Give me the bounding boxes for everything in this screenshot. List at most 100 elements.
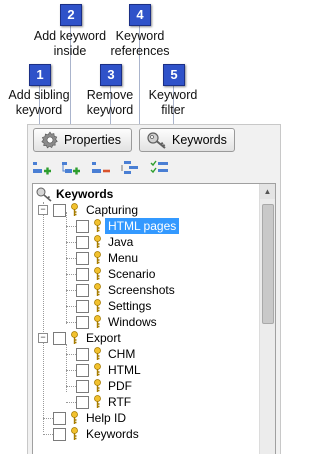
tree-node-html-pages-label: HTML pages [105, 218, 180, 234]
keyword-checkbox[interactable] [76, 220, 89, 233]
keyword-checkbox[interactable] [53, 412, 66, 425]
callout-caption-3: Remove keyword [76, 88, 144, 118]
callout-badge-4: 4 [129, 4, 151, 26]
tree-connector [66, 226, 76, 227]
key-icon [93, 363, 102, 377]
tree-connector [66, 386, 76, 387]
keyword-checkbox[interactable] [76, 284, 89, 297]
key-icon [70, 331, 79, 345]
tree-node-java[interactable]: Java [33, 234, 253, 250]
keyword-checkbox[interactable] [53, 428, 66, 441]
keyword-filter-button[interactable] [150, 160, 170, 176]
collapse-toggle[interactable]: − [38, 333, 48, 343]
key-icon [93, 315, 102, 329]
tree-node-pdf[interactable]: PDF [33, 378, 253, 394]
callout-badge-2: 2 [60, 4, 82, 26]
key-icon [70, 203, 79, 217]
callout-caption-4-line2: references [110, 44, 170, 58]
tree-node-pdf-label: PDF [108, 379, 132, 393]
callout-caption-5-line1: Keyword [148, 88, 198, 102]
tree-node-settings-label: Settings [108, 299, 152, 313]
tree-root-label: Keywords [56, 187, 114, 201]
callout-caption-1: Add sibling keyword [0, 88, 78, 118]
tree-node-java-label: Java [108, 235, 134, 249]
keyword-checkbox[interactable] [76, 252, 89, 265]
callout-caption-3-line2: keyword [86, 103, 134, 117]
key-icon [93, 299, 102, 313]
callout-caption-3-line1: Remove [86, 88, 134, 102]
key-icon [93, 267, 102, 281]
key-icon [70, 411, 79, 425]
keyword-checkbox[interactable] [76, 380, 89, 393]
keyword-checkbox[interactable] [76, 268, 89, 281]
keyword-checkbox[interactable] [76, 348, 89, 361]
callout-caption-4-line1: Keyword [115, 29, 165, 43]
properties-tab[interactable]: Properties [33, 128, 132, 152]
key-icon [93, 379, 102, 393]
tree-connector [66, 258, 76, 259]
key-icon [93, 219, 102, 233]
key-icon [93, 395, 102, 409]
key-icon [70, 427, 79, 441]
key-icon [35, 186, 53, 202]
tree-node-html-pages[interactable]: HTML pages [33, 218, 253, 234]
tree-connector [66, 354, 76, 355]
scrollbar-thumb[interactable] [262, 204, 274, 324]
collapse-toggle[interactable]: − [38, 205, 48, 215]
keyword-checkbox[interactable] [76, 316, 89, 329]
tree-connector [66, 290, 76, 291]
tree-node-export-label: Export [86, 331, 121, 345]
keyword-checkbox[interactable] [76, 364, 89, 377]
properties-tab-label: Properties [64, 133, 121, 147]
tree-node-export[interactable]: − Export [33, 330, 253, 346]
tree-node-scenario[interactable]: Scenario [33, 266, 253, 282]
callout-caption-5-line2: filter [161, 103, 185, 117]
tree-connector [66, 402, 76, 403]
tree-node-screenshots[interactable]: Screenshots [33, 282, 253, 298]
add-keyword-inside-button[interactable] [61, 160, 81, 176]
tree-node-settings[interactable]: Settings [33, 298, 253, 314]
keyword-checkbox[interactable] [76, 396, 89, 409]
remove-keyword-button[interactable] [91, 160, 111, 176]
tree-node-capturing[interactable]: − Capturing [33, 202, 253, 218]
tree-node-html-label: HTML [108, 363, 141, 377]
tree-node-menu[interactable]: Menu [33, 250, 253, 266]
tree-node-rtf[interactable]: RTF [33, 394, 253, 410]
tree-scrollbar[interactable]: ▲ [259, 184, 275, 454]
key-icon [93, 347, 102, 361]
add-sibling-keyword-button[interactable] [32, 160, 52, 176]
tree-node-html[interactable]: HTML [33, 362, 253, 378]
tree-node-chm-label: CHM [108, 347, 136, 361]
callout-caption-1-line2: keyword [15, 103, 63, 117]
tree-node-screenshots-label: Screenshots [108, 283, 175, 297]
tree-node-menu-label: Menu [108, 251, 139, 265]
add-sibling-keyword-icon [33, 162, 51, 175]
add-keyword-inside-icon [62, 162, 80, 175]
tree-node-help-id-label: Help ID [86, 411, 127, 425]
tree-node-windows[interactable]: Windows [33, 314, 253, 330]
tree-node-capturing-label: Capturing [86, 203, 139, 217]
tree-node-rtf-label: RTF [108, 395, 132, 409]
remove-keyword-icon [92, 162, 110, 173]
callout-badge-3: 3 [100, 64, 122, 86]
keyword-tree[interactable]: Keywords − Capturing HTML pages Java Men… [32, 183, 276, 454]
tree-node-scenario-label: Scenario [108, 267, 156, 281]
callout-badge-1: 1 [29, 64, 51, 86]
keyword-checkbox[interactable] [76, 300, 89, 313]
scroll-up-arrow-icon[interactable]: ▲ [260, 184, 275, 199]
keyword-filter-icon [150, 160, 168, 174]
key-icon [93, 251, 102, 265]
tree-node-help-id[interactable]: Help ID [33, 410, 253, 426]
tree-node-chm[interactable]: CHM [33, 346, 253, 362]
keyword-checkbox[interactable] [53, 332, 66, 345]
tree-connector [66, 274, 76, 275]
keyword-checkbox[interactable] [76, 236, 89, 249]
keywords-tab[interactable]: Keywords [139, 128, 235, 152]
keyword-references-button[interactable] [121, 160, 141, 176]
keyword-checkbox[interactable] [53, 204, 66, 217]
tree-node-keywords[interactable]: Keywords [33, 426, 253, 442]
tree-connector [66, 242, 76, 243]
key-icon [93, 235, 102, 249]
tree-node-windows-label: Windows [108, 315, 157, 329]
keywords-tab-label: Keywords [172, 133, 227, 147]
